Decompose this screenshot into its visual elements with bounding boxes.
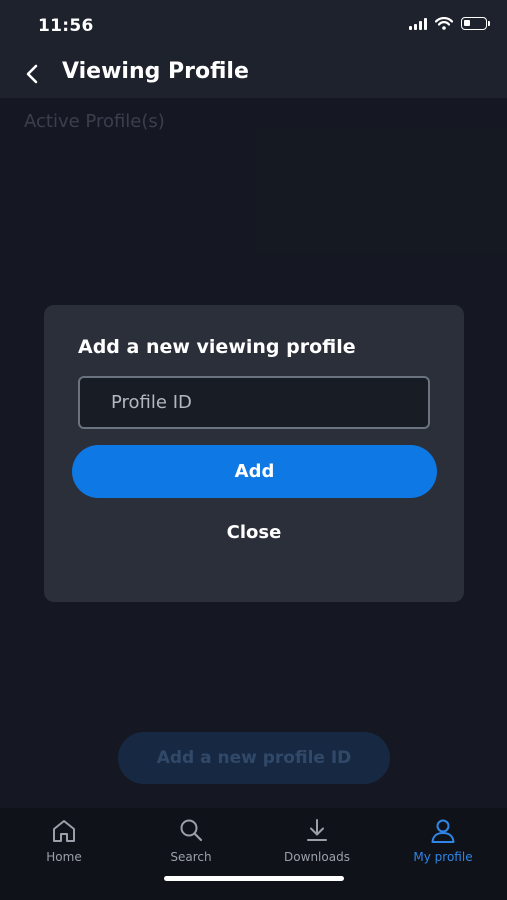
screen: 11:56 Viewing Profile Active Profile(s) … xyxy=(0,0,507,900)
header: Viewing Profile xyxy=(0,50,507,98)
signal-icon xyxy=(409,17,427,30)
nav-item-search[interactable]: Search xyxy=(141,816,241,872)
bottom-nav: Home Search Downloads My profile xyxy=(0,808,507,900)
wifi-icon xyxy=(435,17,453,30)
nav-label-my-profile: My profile xyxy=(413,850,473,864)
add-profile-dialog: Add a new viewing profile Add Close xyxy=(44,305,464,602)
back-arrow-icon[interactable] xyxy=(18,60,46,88)
status-icons xyxy=(409,17,490,30)
nav-label-search: Search xyxy=(170,850,212,864)
home-indicator[interactable] xyxy=(164,876,344,881)
download-icon xyxy=(307,819,327,841)
page-title: Viewing Profile xyxy=(62,59,249,84)
nav-label-downloads: Downloads xyxy=(284,850,350,864)
profile-id-input[interactable] xyxy=(78,376,430,429)
dialog-title: Add a new viewing profile xyxy=(78,336,356,358)
nav-label-home: Home xyxy=(46,850,82,864)
person-icon xyxy=(431,819,455,843)
nav-item-downloads[interactable]: Downloads xyxy=(267,816,367,872)
search-icon xyxy=(180,819,203,842)
status-bar: 11:56 xyxy=(0,0,507,50)
add-button[interactable]: Add xyxy=(72,445,437,498)
battery-icon xyxy=(461,17,490,30)
close-button[interactable]: Close xyxy=(204,517,304,547)
status-time: 11:56 xyxy=(38,16,94,36)
nav-item-home[interactable]: Home xyxy=(14,816,114,872)
nav-item-my-profile[interactable]: My profile xyxy=(393,816,493,872)
home-icon xyxy=(53,820,75,842)
